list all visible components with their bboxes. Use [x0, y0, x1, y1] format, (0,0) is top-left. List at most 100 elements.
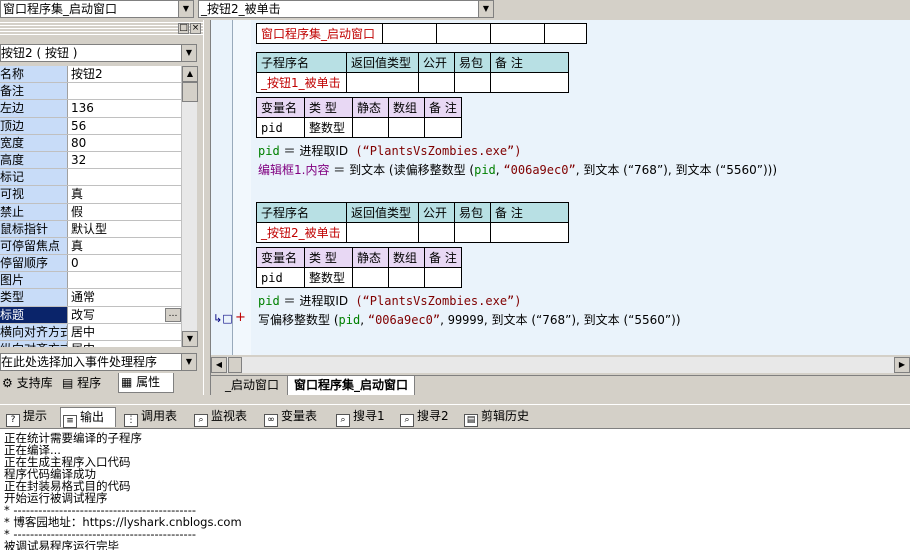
- property-value[interactable]: [68, 272, 181, 288]
- property-panel: □ × 按钮2 ( 按钮 ) ▼ 名称 按钮2 备注 左边 136 顶边 56 宽度 80 高度 3…: [0, 20, 203, 395]
- chevron-down-icon[interactable]: ▼: [181, 354, 196, 370]
- class-combo[interactable]: 窗口程序集_启动窗口 ▼: [0, 0, 194, 18]
- property-row[interactable]: 高度 32: [0, 151, 181, 170]
- tab-call-table[interactable]: ⋮ 调用表: [122, 407, 177, 427]
- code-line[interactable]: pid ＝ 进程取ID (“PlantsVsZombies.exe”): [258, 142, 522, 159]
- chevron-down-icon[interactable]: ▼: [478, 1, 493, 17]
- property-name: 标题: [0, 306, 68, 323]
- program-icon: ▤: [62, 376, 74, 390]
- variable-type[interactable]: 整数型: [304, 117, 353, 138]
- code-line[interactable]: 编辑框1.内容 ＝ 到文本 (读偏移整数型 (pid, “006a9ec0”, …: [258, 161, 777, 178]
- close-icon[interactable]: ×: [190, 23, 201, 34]
- property-value[interactable]: 56: [68, 118, 181, 134]
- scroll-thumb[interactable]: [182, 82, 198, 102]
- scroll-left-icon[interactable]: ◀: [211, 357, 227, 373]
- tab-startup-window[interactable]: _启动窗口: [219, 376, 285, 395]
- chevron-down-icon[interactable]: ▼: [178, 1, 193, 17]
- subroutine-name[interactable]: _按钮2_被单击: [256, 222, 347, 243]
- scroll-down-icon[interactable]: ▼: [182, 331, 198, 347]
- subroutine-table-2: 子程序名 返回值类型 公开 易包 备 注 _按钮2_被单击: [256, 202, 569, 243]
- property-name: 左边: [0, 100, 68, 117]
- output-line: 程序代码编译成功: [4, 467, 96, 481]
- property-name: 顶边: [0, 117, 68, 134]
- property-value[interactable]: 32: [68, 152, 181, 168]
- breakpoint-arrow-icon[interactable]: ↳□: [213, 312, 233, 325]
- code-line[interactable]: 写偏移整数型 (pid, “006a9ec0”, 99999, 到文本 (“76…: [258, 311, 681, 328]
- property-row[interactable]: 图片: [0, 272, 181, 290]
- scroll-up-icon[interactable]: ▲: [182, 66, 198, 82]
- subroutine-combo[interactable]: _按钮2_被单击 ▼: [198, 0, 494, 18]
- property-scrollbar[interactable]: ▲ ▼: [181, 66, 198, 347]
- tab-properties[interactable]: ▦ 属性: [118, 373, 174, 393]
- panel-float-icon[interactable]: □: [178, 23, 189, 34]
- property-row[interactable]: 停留顺序 0: [0, 255, 181, 273]
- property-row[interactable]: 标题 改写…: [0, 306, 181, 324]
- output-panel[interactable]: 正在统计需要编译的子程序 正在编译... 正在生成主程序入口代码 程序代码编译成功 正在…: [0, 428, 910, 550]
- panel-splitter[interactable]: [203, 20, 211, 395]
- property-row[interactable]: 可视真: [0, 186, 181, 204]
- property-value[interactable]: 默认型: [68, 221, 181, 237]
- code-line[interactable]: pid ＝ 进程取ID (“PlantsVsZombies.exe”): [258, 292, 522, 309]
- tab-output[interactable]: ≡ 输出: [60, 407, 116, 428]
- tab-variables[interactable]: ∞ 变量表: [262, 407, 317, 427]
- property-row[interactable]: 名称 按钮2: [0, 66, 181, 84]
- tab-search-2[interactable]: ⌕ 搜寻2: [398, 407, 449, 427]
- property-name: 可停留焦点: [0, 237, 68, 255]
- property-value[interactable]: [68, 169, 181, 185]
- variable-name[interactable]: pid: [256, 117, 305, 138]
- property-value[interactable]: 居中: [68, 341, 181, 347]
- property-row[interactable]: 纵向对齐方式居中: [0, 341, 181, 347]
- scroll-thumb[interactable]: [228, 357, 242, 373]
- property-row[interactable]: 禁止假: [0, 203, 181, 221]
- scroll-right-icon[interactable]: ▶: [894, 357, 910, 373]
- chevron-down-icon[interactable]: ▼: [181, 45, 196, 61]
- property-row[interactable]: 鼠标指针 默认型: [0, 220, 181, 238]
- property-value[interactable]: 假: [68, 204, 181, 220]
- property-value[interactable]: 真: [68, 186, 181, 202]
- event-combo[interactable]: 在此处选择加入事件处理程序 ▼: [0, 353, 197, 371]
- subroutine-combo-value: _按钮2_被单击: [201, 2, 281, 16]
- property-value[interactable]: 通常: [68, 289, 181, 305]
- property-value[interactable]: 按钮2: [68, 66, 181, 82]
- property-value[interactable]: 136: [68, 100, 181, 116]
- subroutine-table-1: 子程序名 返回值类型 公开 易包 备 注 _按钮1_被单击: [256, 52, 569, 93]
- class-table: 窗口程序集_启动窗口: [256, 23, 587, 44]
- property-value[interactable]: 改写…: [68, 307, 181, 323]
- property-value[interactable]: 居中: [68, 324, 181, 340]
- editor-horizontal-scrollbar[interactable]: ◀ ▶: [211, 357, 910, 373]
- tab-search-1[interactable]: ⌕ 搜寻1: [334, 407, 385, 427]
- property-row[interactable]: 顶边 56: [0, 117, 181, 135]
- expand-plus-icon[interactable]: +: [235, 310, 246, 325]
- property-row[interactable]: 类型 通常: [0, 289, 181, 307]
- property-row[interactable]: 标记: [0, 169, 181, 187]
- object-combo[interactable]: 按钮2 ( 按钮 ) ▼: [0, 44, 197, 62]
- property-value[interactable]: 0: [68, 255, 181, 271]
- property-row[interactable]: 横向对齐方式 居中: [0, 323, 181, 341]
- property-name: 标记: [0, 169, 68, 186]
- panel-grip[interactable]: □ ×: [0, 22, 203, 36]
- property-name: 禁止: [0, 203, 68, 220]
- tab-support-library[interactable]: ⚙ 支持库: [0, 374, 58, 393]
- variable-name[interactable]: pid: [256, 267, 305, 288]
- property-value[interactable]: 80: [68, 135, 181, 151]
- subroutine-name[interactable]: _按钮1_被单击: [256, 72, 347, 93]
- tab-window-class[interactable]: 窗口程序集_启动窗口: [287, 376, 416, 395]
- property-value[interactable]: 真: [68, 238, 181, 254]
- tab-program[interactable]: ▤ 程序: [60, 374, 116, 393]
- property-value[interactable]: [68, 83, 181, 99]
- output-line: 正在编译...: [4, 443, 61, 457]
- code-editor[interactable]: 窗口程序集_启动窗口 子程序名 返回值类型 公开 易包 备 注 _按钮1_被单击…: [211, 20, 910, 355]
- tab-clip-history[interactable]: ▤ 剪辑历史: [462, 407, 529, 427]
- bottom-tabs: ? 提示 ≡ 输出 ⋮ 调用表 ⌕ 监视表 ∞ 变量表 ⌕ 搜寻1 ⌕ 搜寻2 ▤ 剪辑历史: [0, 404, 910, 428]
- property-row[interactable]: 左边 136: [0, 100, 181, 118]
- class-name[interactable]: 窗口程序集_启动窗口: [256, 23, 383, 44]
- event-combo-value: 在此处选择加入事件处理程序: [1, 355, 158, 369]
- ellipsis-button[interactable]: …: [165, 307, 181, 322]
- property-row[interactable]: 宽度 80: [0, 134, 181, 152]
- tab-watch[interactable]: ⌕ 监视表: [192, 407, 247, 427]
- call-table-icon: ⋮: [124, 414, 138, 427]
- property-row[interactable]: 备注: [0, 83, 181, 101]
- tab-hint[interactable]: ? 提示: [4, 407, 47, 427]
- variable-type[interactable]: 整数型: [304, 267, 353, 288]
- property-row[interactable]: 可停留焦点真: [0, 237, 181, 256]
